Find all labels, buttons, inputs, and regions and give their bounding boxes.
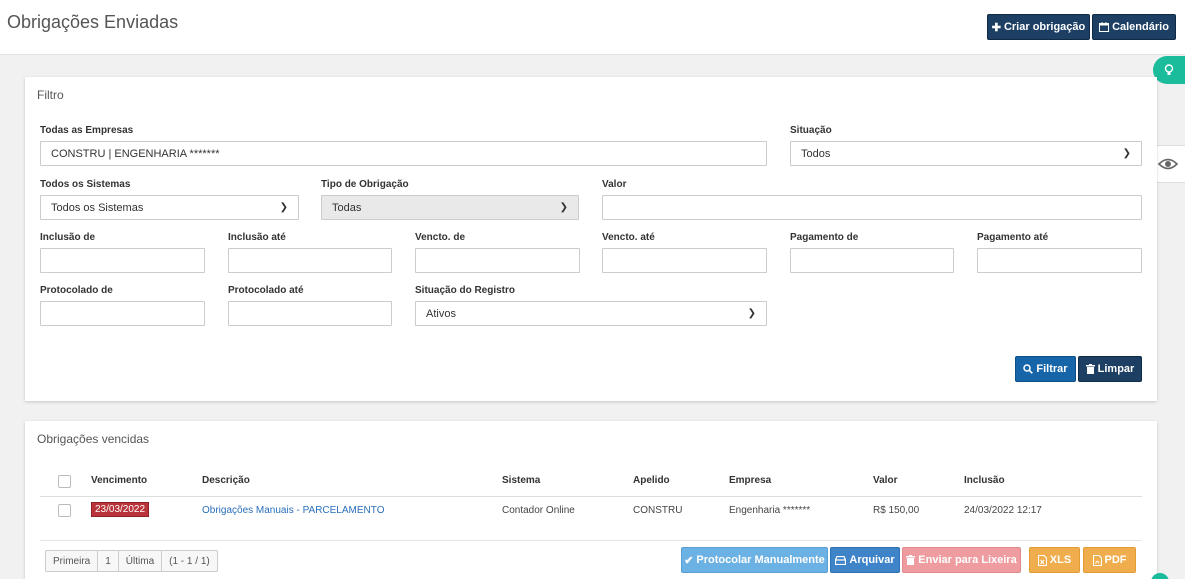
protocol-manually-button[interactable]: ✔ Protocolar Manualmente bbox=[681, 547, 828, 573]
protocol-manually-label: Protocolar Manualmente bbox=[696, 554, 825, 566]
cell-inclusao: 24/03/2022 12:17 bbox=[964, 505, 1042, 516]
pager-last[interactable]: Última bbox=[119, 551, 163, 571]
tipo-label: Tipo de Obrigação bbox=[321, 179, 409, 190]
trash-icon bbox=[1085, 364, 1095, 374]
page-header: Obrigações Enviadas ✚ Criar obrigação Ca… bbox=[0, 0, 1185, 55]
page-title: Obrigações Enviadas bbox=[7, 12, 179, 32]
send-to-trash-button[interactable]: Enviar para Lixeira bbox=[902, 547, 1021, 573]
search-icon bbox=[1023, 364, 1034, 374]
tipo-value: Todas bbox=[332, 201, 362, 214]
situacao-registro-label: Situação do Registro bbox=[415, 285, 516, 296]
overdue-list-panel: Obrigações vencidas Vencimento Descrição… bbox=[25, 421, 1157, 579]
situacao-registro-value: Ativos bbox=[426, 307, 456, 320]
file-pdf-icon bbox=[1092, 554, 1102, 566]
archive-button[interactable]: Arquivar bbox=[830, 547, 900, 573]
protocolado-de-label: Protocolado de bbox=[40, 285, 113, 296]
archive-label: Arquivar bbox=[849, 554, 895, 566]
clear-button-label: Limpar bbox=[1097, 363, 1135, 375]
calendar-button[interactable]: Calendário bbox=[1092, 14, 1176, 40]
vencto-de-label: Vencto. de bbox=[415, 232, 466, 243]
cell-apelido: CONSTRU bbox=[633, 505, 683, 516]
eye-icon bbox=[1158, 158, 1178, 170]
filter-button[interactable]: Filtrar bbox=[1015, 356, 1076, 382]
protocolado-ate-label: Protocolado até bbox=[228, 285, 304, 296]
export-pdf-button[interactable]: PDF bbox=[1083, 547, 1136, 573]
select-all-checkbox[interactable] bbox=[58, 475, 71, 488]
protocolado-ate-input[interactable] bbox=[228, 301, 392, 326]
cell-valor: R$ 150,00 bbox=[873, 505, 920, 516]
col-descricao[interactable]: Descrição bbox=[202, 475, 250, 486]
empresas-input[interactable]: CONSTRU | ENGENHARIA ******* bbox=[40, 141, 767, 166]
tipo-select[interactable]: Todas ❯ bbox=[321, 195, 579, 220]
col-vencimento[interactable]: Vencimento bbox=[91, 475, 147, 486]
chevron-down-icon: ❯ bbox=[747, 308, 756, 319]
cell-sistema: Contador Online bbox=[502, 505, 575, 516]
vencto-ate-label: Vencto. até bbox=[602, 232, 655, 243]
check-icon: ✔ bbox=[684, 554, 694, 567]
inclusao-ate-input[interactable] bbox=[228, 248, 392, 273]
archive-icon bbox=[835, 555, 847, 565]
description-link[interactable]: Obrigações Manuais - PARCELAMENTO bbox=[202, 505, 384, 516]
file-excel-icon bbox=[1037, 554, 1047, 566]
sistemas-label: Todos os Sistemas bbox=[40, 179, 131, 190]
trash-icon bbox=[906, 555, 916, 565]
vencto-ate-input[interactable] bbox=[602, 248, 767, 273]
due-date-badge: 23/03/2022 bbox=[91, 502, 150, 517]
situacao-registro-select[interactable]: Ativos ❯ bbox=[415, 301, 767, 326]
plus-icon: ✚ bbox=[991, 21, 1001, 34]
chat-button[interactable] bbox=[1151, 573, 1169, 579]
col-valor[interactable]: Valor bbox=[873, 475, 897, 486]
sistemas-select[interactable]: Todos os Sistemas ❯ bbox=[40, 195, 299, 220]
export-xls-label: XLS bbox=[1049, 554, 1072, 566]
filter-button-label: Filtrar bbox=[1036, 363, 1068, 375]
vencto-de-input[interactable] bbox=[415, 248, 580, 273]
cell-empresa: Engenharia ******* bbox=[729, 505, 811, 516]
empresas-value: CONSTRU | ENGENHARIA ******* bbox=[51, 147, 220, 160]
valor-label: Valor bbox=[602, 179, 627, 190]
filter-panel: Filtro Todas as Empresas CONSTRU | ENGEN… bbox=[25, 77, 1157, 401]
pagamento-ate-input[interactable] bbox=[977, 248, 1142, 273]
pager-page[interactable]: 1 bbox=[98, 551, 119, 571]
filter-title: Filtro bbox=[37, 88, 64, 102]
calendar-label: Calendário bbox=[1112, 21, 1169, 33]
inclusao-de-input[interactable] bbox=[40, 248, 205, 273]
pager-range: (1 - 1 / 1) bbox=[169, 555, 210, 567]
calendar-icon bbox=[1099, 22, 1110, 32]
pagination: Primeira 1 Última (1 - 1 / 1) bbox=[45, 550, 218, 572]
create-obligation-label: Criar obrigação bbox=[1003, 21, 1086, 33]
protocolado-de-input[interactable] bbox=[40, 301, 205, 326]
col-empresa[interactable]: Empresa bbox=[729, 475, 771, 486]
tips-button[interactable] bbox=[1153, 56, 1185, 84]
table-row-divider bbox=[40, 540, 1142, 541]
pagamento-de-label: Pagamento de bbox=[790, 232, 859, 243]
chevron-down-icon: ❯ bbox=[1122, 148, 1131, 159]
empresas-label: Todas as Empresas bbox=[40, 125, 134, 136]
situacao-select[interactable]: Todos ❯ bbox=[790, 141, 1142, 166]
pagamento-de-input[interactable] bbox=[790, 248, 954, 273]
send-to-trash-label: Enviar para Lixeira bbox=[918, 554, 1017, 566]
export-xls-button[interactable]: XLS bbox=[1029, 547, 1080, 573]
col-apelido[interactable]: Apelido bbox=[633, 475, 670, 486]
lightbulb-icon bbox=[1164, 64, 1174, 75]
chevron-down-icon: ❯ bbox=[559, 202, 568, 213]
inclusao-de-label: Inclusão de bbox=[40, 232, 96, 243]
pager-first[interactable]: Primeira bbox=[46, 551, 99, 571]
col-inclusao[interactable]: Inclusão bbox=[964, 475, 1005, 486]
row-checkbox[interactable] bbox=[58, 504, 71, 517]
list-title: Obrigações vencidas bbox=[37, 432, 150, 446]
table-header-divider bbox=[40, 496, 1142, 497]
valor-input[interactable] bbox=[602, 195, 1142, 220]
inclusao-ate-label: Inclusão até bbox=[228, 232, 286, 243]
chevron-down-icon: ❯ bbox=[279, 202, 288, 213]
sistemas-value: Todos os Sistemas bbox=[51, 201, 144, 214]
export-pdf-label: PDF bbox=[1104, 554, 1127, 566]
situacao-value: Todos bbox=[801, 147, 831, 160]
create-obligation-button[interactable]: ✚ Criar obrigação bbox=[987, 14, 1090, 40]
clear-button[interactable]: Limpar bbox=[1078, 356, 1142, 382]
situacao-label: Situação bbox=[790, 125, 832, 136]
col-sistema[interactable]: Sistema bbox=[502, 475, 540, 486]
pagamento-ate-label: Pagamento até bbox=[977, 232, 1049, 243]
